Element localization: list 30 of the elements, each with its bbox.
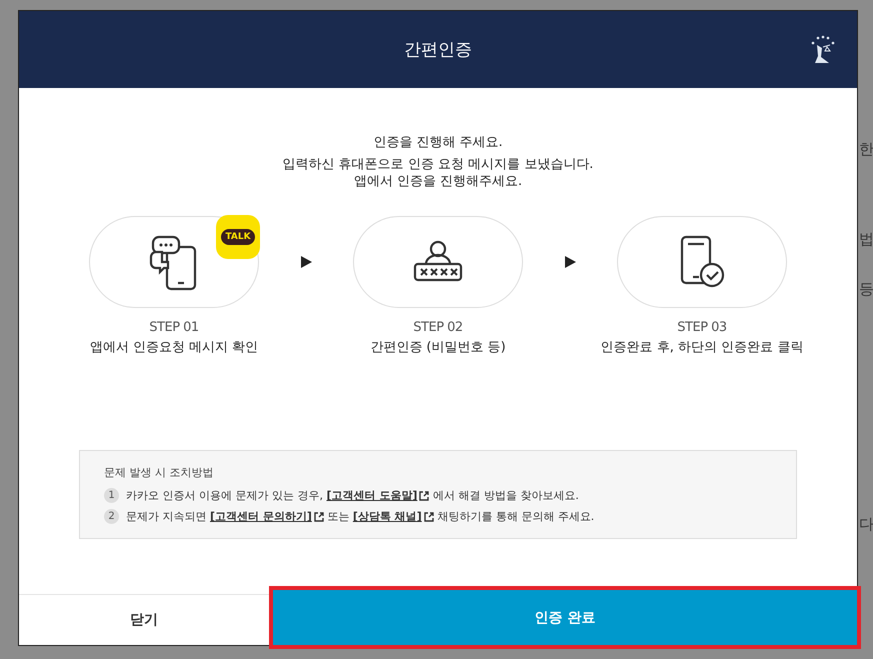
external-link-icon (419, 490, 430, 500)
dialog-title: 간편인증 (404, 39, 472, 61)
step-label: 인증완료 후, 하단의 인증완료 클릭 (600, 339, 804, 356)
help-link[interactable]: [상담톡 채널] (352, 509, 434, 524)
help-link[interactable]: [고객센터 도움말] (326, 488, 430, 503)
help-link[interactable]: [고객센터 문의하기] (210, 509, 324, 524)
number-badge: 1 (104, 488, 119, 503)
background-text: 법 (859, 230, 873, 249)
background-text: 등 (859, 280, 873, 299)
instruction-text: 입력하신 휴대폰으로 인증 요청 메시지를 보냈습니다. (282, 156, 594, 173)
step-number: STEP 02 (413, 320, 463, 335)
user-password-icon (413, 240, 463, 284)
instruction-text: 앱에서 인증을 진행해주세요. (354, 173, 522, 190)
external-link-icon (424, 512, 434, 522)
help-text: 문제가 지속되면 [고객센터 문의하기] 또는 [상담톡 채널] 채팅하기를 통해 문의해 주세요. (126, 509, 594, 524)
badge-label: TALK (221, 229, 255, 245)
step-number: STEP 03 (677, 320, 727, 335)
step-label: 앱에서 인증요청 메시지 확인 (90, 339, 258, 356)
phone-check-icon (678, 235, 726, 289)
arrow-right-icon (300, 256, 312, 268)
help-text: 카카오 인증서 이용에 문제가 있는 경우, [고객센터 도움말] 에서 해결 방법을 찾아보세요. (126, 488, 579, 503)
arrow-right-icon (564, 256, 576, 268)
number-badge: 2 (104, 509, 119, 524)
help-title: 문제 발생 시 조치방법 (104, 465, 214, 480)
logo-icon (809, 35, 837, 63)
instruction-text: 인증을 진행해 주세요. (373, 134, 503, 152)
phone-chat-icon (149, 233, 199, 291)
external-link-icon (314, 512, 324, 522)
step-label: 간편인증 (비밀번호 등) (370, 339, 506, 356)
step-number: STEP 01 (149, 320, 199, 335)
